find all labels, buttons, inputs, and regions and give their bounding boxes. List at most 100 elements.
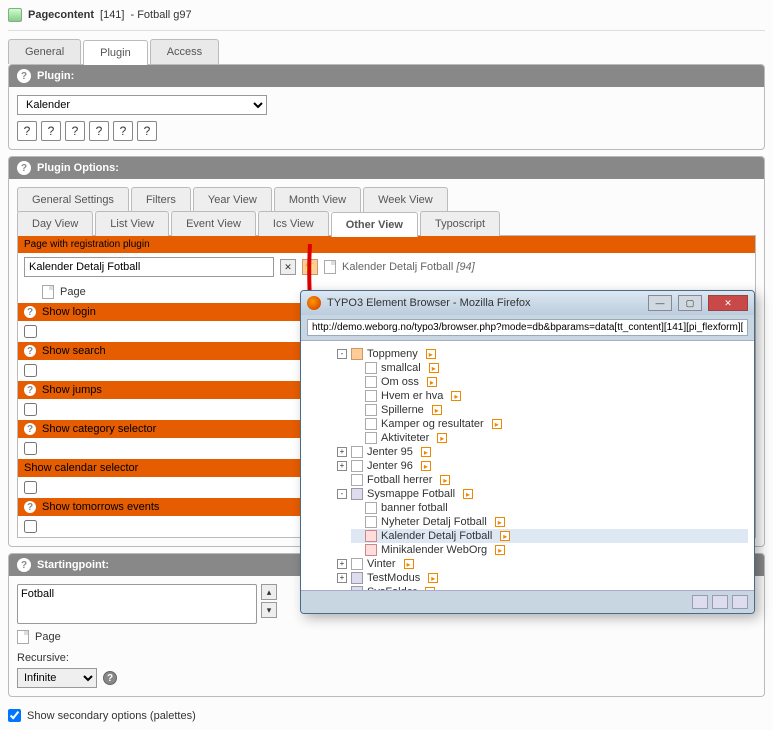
plugin-select[interactable]: Kalender — [17, 95, 267, 115]
list-up-button[interactable]: ▴ — [261, 584, 277, 600]
secondary-options-label: Show secondary options (palettes) — [27, 710, 196, 722]
content-icon — [8, 8, 22, 22]
tree-item[interactable]: Fotball herrer▸ — [337, 473, 748, 487]
help-icon[interactable]: ? — [103, 671, 117, 685]
show-jumps-checkbox[interactable] — [24, 403, 37, 416]
tree-expand-icon[interactable]: + — [337, 461, 347, 471]
help-icon[interactable]: ? — [24, 384, 36, 396]
help-icon[interactable]: ? — [17, 558, 31, 572]
show-category-checkbox[interactable] — [24, 442, 37, 455]
show-login-checkbox[interactable] — [24, 325, 37, 338]
reg-plugin-input[interactable] — [24, 257, 274, 277]
tree-select-arrow-icon[interactable]: ▸ — [421, 447, 431, 457]
tree-select-arrow-icon[interactable]: ▸ — [492, 419, 502, 429]
minimize-button[interactable]: — — [648, 295, 672, 311]
tab-access[interactable]: Access — [150, 39, 219, 64]
secondary-options-checkbox[interactable] — [8, 709, 21, 722]
tree-select-arrow-icon[interactable]: ▸ — [427, 377, 437, 387]
page-icon — [351, 446, 363, 458]
help-icon[interactable]: ? — [17, 69, 31, 83]
tree-item[interactable]: smallcal▸ — [351, 361, 748, 375]
tree-item[interactable]: Minikalender WebOrg▸ — [351, 543, 748, 557]
plugin-opt-icon[interactable]: ? — [65, 121, 85, 141]
popup-body[interactable]: -Toppmeny▸smallcal▸Om oss▸Hvem er hva▸Sp… — [301, 340, 754, 590]
tree-expand-icon[interactable]: + — [337, 559, 347, 569]
tree-item[interactable]: +Vinter▸ — [337, 557, 748, 571]
tree-expand-icon[interactable]: + — [337, 447, 347, 457]
startingpoint-list[interactable]: Fotball — [17, 584, 257, 624]
plugin-options-header: ? Plugin Options: — [9, 157, 764, 179]
help-icon[interactable]: ? — [17, 161, 31, 175]
tree-select-arrow-icon[interactable]: ▸ — [500, 531, 510, 541]
subtab-month-view[interactable]: Month View — [274, 187, 361, 212]
tree-item[interactable]: -Toppmeny▸ — [337, 347, 748, 361]
tree-select-arrow-icon[interactable]: ▸ — [437, 433, 447, 443]
tree-item[interactable]: Aktiviteter▸ — [351, 431, 748, 445]
tab-general[interactable]: General — [8, 39, 81, 64]
help-icon[interactable]: ? — [24, 423, 36, 435]
show-tomorrow-checkbox[interactable] — [24, 520, 37, 533]
subtab-typoscript[interactable]: Typoscript — [420, 211, 500, 236]
tree-select-arrow-icon[interactable]: ▸ — [428, 573, 438, 583]
tree-item[interactable]: Kamper og resultater▸ — [351, 417, 748, 431]
tab-plugin[interactable]: Plugin — [83, 40, 148, 65]
tree-collapse-icon[interactable]: - — [337, 349, 347, 359]
tree-select-arrow-icon[interactable]: ▸ — [463, 489, 473, 499]
subtab-other-view[interactable]: Other View — [331, 212, 418, 237]
tree-select-arrow-icon[interactable]: ▸ — [404, 559, 414, 569]
tree-item[interactable]: +Jenter 96▸ — [337, 459, 748, 473]
tree-item[interactable]: +TestModus▸ — [337, 571, 748, 585]
page-icon — [42, 285, 54, 299]
subtab-ics-view[interactable]: Ics View — [258, 211, 329, 236]
help-icon[interactable]: ? — [24, 501, 36, 513]
subtab-general-settings[interactable]: General Settings — [17, 187, 129, 212]
tree-item[interactable]: banner fotball — [351, 501, 748, 515]
show-calendar-checkbox[interactable] — [24, 481, 37, 494]
subtab-event-view[interactable]: Event View — [171, 211, 256, 236]
plugin-opt-icon[interactable]: ? — [113, 121, 133, 141]
tree-item[interactable]: Om oss▸ — [351, 375, 748, 389]
recursive-select[interactable]: Infinite — [17, 668, 97, 688]
plugin-opt-icon[interactable]: ? — [17, 121, 37, 141]
tree-item[interactable]: Spillerne▸ — [351, 403, 748, 417]
subtab-year-view[interactable]: Year View — [193, 187, 272, 212]
tree-select-arrow-icon[interactable]: ▸ — [440, 475, 450, 485]
subtab-day-view[interactable]: Day View — [17, 211, 93, 236]
tree-select-arrow-icon[interactable]: ▸ — [425, 587, 435, 590]
subtab-week-view[interactable]: Week View — [363, 187, 448, 212]
help-icon[interactable]: ? — [24, 345, 36, 357]
tree-item[interactable]: +Jenter 95▸ — [337, 445, 748, 459]
tree-select-arrow-icon[interactable]: ▸ — [429, 363, 439, 373]
page-title-id: [141] — [100, 9, 124, 21]
subtab-list-view[interactable]: List View — [95, 211, 169, 236]
plugin-opt-icon[interactable]: ? — [137, 121, 157, 141]
tree-item[interactable]: Kalender Detalj Fotball▸ — [351, 529, 748, 543]
list-down-button[interactable]: ▾ — [261, 602, 277, 618]
clear-button[interactable]: ✕ — [280, 259, 296, 275]
tree-item[interactable]: Hvem er hva▸ — [351, 389, 748, 403]
plugin-opt-icon[interactable]: ? — [89, 121, 109, 141]
tree-select-arrow-icon[interactable]: ▸ — [451, 391, 461, 401]
help-icon[interactable]: ? — [24, 306, 36, 318]
tree-select-arrow-icon[interactable]: ▸ — [495, 545, 505, 555]
page-icon — [351, 474, 363, 486]
show-search-checkbox[interactable] — [24, 364, 37, 377]
tree-item[interactable]: Nyheter Detalj Fotball▸ — [351, 515, 748, 529]
popup-statusbar — [301, 590, 754, 613]
tree-expand-icon[interactable]: + — [337, 573, 347, 583]
popup-url-input[interactable] — [307, 319, 748, 336]
tree-select-arrow-icon[interactable]: ▸ — [432, 405, 442, 415]
status-icon — [712, 595, 728, 609]
maximize-button[interactable]: ▢ — [678, 295, 702, 311]
tree-select-arrow-icon[interactable]: ▸ — [426, 349, 436, 359]
popup-titlebar[interactable]: TYPO3 Element Browser - Mozilla Firefox … — [301, 291, 754, 315]
subtab-filters[interactable]: Filters — [131, 187, 191, 212]
tree-select-arrow-icon[interactable]: ▸ — [495, 517, 505, 527]
tree-collapse-icon[interactable]: - — [337, 489, 347, 499]
browse-button[interactable]: 📁 — [302, 259, 318, 275]
close-button[interactable]: ✕ — [708, 295, 748, 311]
tree-item[interactable]: -Sysmappe Fotball▸ — [337, 487, 748, 501]
resize-grip-icon[interactable] — [732, 595, 748, 609]
plugin-opt-icon[interactable]: ? — [41, 121, 61, 141]
tree-select-arrow-icon[interactable]: ▸ — [421, 461, 431, 471]
